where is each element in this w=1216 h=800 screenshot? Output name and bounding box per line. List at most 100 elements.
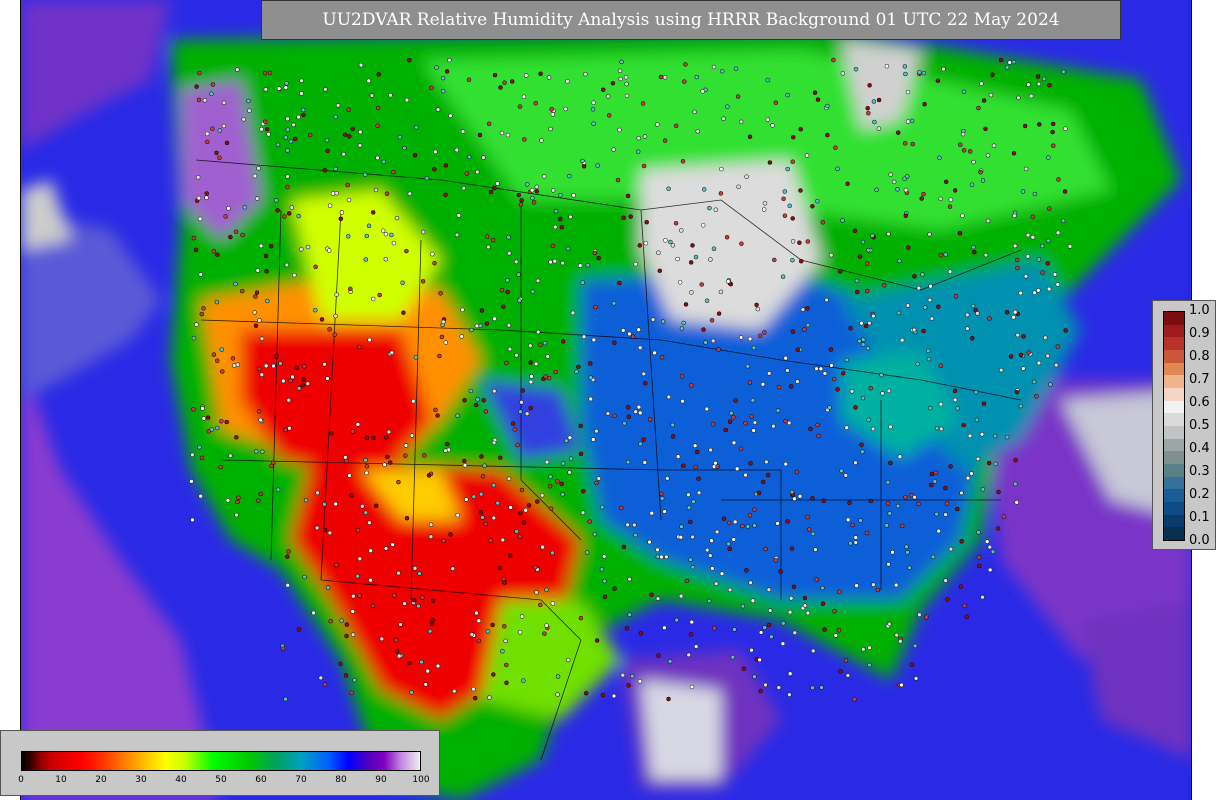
station-dot (884, 63, 890, 69)
station-dot (438, 291, 443, 296)
station-dot (752, 420, 758, 425)
station-dot (637, 243, 643, 248)
station-dot (221, 123, 227, 129)
station-dot (480, 515, 485, 520)
station-dot (355, 422, 361, 427)
station-dot (478, 510, 484, 515)
station-dot (363, 257, 369, 262)
station-dot (1052, 272, 1058, 277)
station-dot (456, 213, 462, 218)
station-dot (466, 154, 472, 160)
station-dot (853, 540, 858, 545)
station-dot (1013, 481, 1018, 487)
station-dot (903, 71, 908, 77)
station-dot (1016, 95, 1021, 101)
station-dot (364, 233, 370, 239)
station-dot (762, 201, 768, 206)
station-dot (490, 237, 496, 243)
station-dot (347, 473, 352, 478)
station-dot (990, 549, 996, 555)
station-dot (785, 92, 790, 98)
station-dot (739, 241, 744, 246)
station-dot (638, 630, 644, 636)
station-dot (265, 298, 270, 304)
station-dot (706, 598, 712, 604)
station-dot (199, 311, 205, 317)
station-dot (773, 558, 779, 563)
station-dot (291, 122, 296, 128)
rh-colorbar-swatch (1164, 324, 1184, 338)
station-dot (357, 593, 362, 598)
station-dot (464, 497, 469, 502)
station-dot (580, 158, 585, 164)
station-dot (798, 188, 803, 193)
station-dot (675, 454, 681, 459)
station-dot (397, 134, 403, 140)
station-dot (684, 578, 690, 584)
station-dot (398, 622, 403, 627)
station-dot (1062, 189, 1068, 194)
station-dot (1048, 382, 1053, 387)
station-dot (1014, 500, 1019, 505)
station-dot (1021, 366, 1026, 371)
station-dot (474, 323, 480, 329)
station-dot (716, 347, 721, 352)
station-dot (199, 455, 205, 461)
station-dot (523, 73, 529, 78)
station-dot (560, 461, 566, 466)
station-dot (726, 541, 731, 547)
station-dot (1036, 257, 1042, 262)
station-dot (1036, 81, 1042, 87)
station-dot (256, 409, 262, 414)
station-dot (979, 81, 984, 86)
station-dot (625, 522, 630, 528)
station-dot (736, 184, 741, 190)
station-dot (721, 516, 727, 521)
station-dot (565, 246, 571, 251)
station-dot (535, 278, 541, 284)
station-dot (479, 308, 485, 313)
station-dot (853, 535, 859, 540)
station-dot (692, 443, 698, 448)
station-dot (806, 527, 812, 532)
station-dot (1041, 76, 1047, 82)
station-dot (636, 404, 642, 410)
station-dot (429, 85, 434, 91)
station-dot (370, 296, 376, 302)
station-dot (933, 470, 939, 476)
station-dot (557, 216, 563, 222)
station-dot (876, 126, 882, 131)
rh-colorbar-swatch (1164, 489, 1184, 503)
station-dot (520, 388, 525, 393)
percent-tick-label: 80 (335, 775, 347, 785)
station-dot (223, 214, 228, 219)
station-dot (871, 582, 876, 587)
station-dot (792, 496, 797, 502)
station-dot (325, 148, 330, 154)
station-dot (377, 292, 382, 298)
station-dot (757, 333, 763, 339)
station-dot (504, 680, 509, 686)
station-dot (510, 421, 516, 426)
station-dot (743, 472, 748, 478)
station-dot (350, 429, 355, 434)
station-dot (1004, 65, 1010, 70)
station-dot (670, 243, 676, 248)
station-dot (686, 505, 692, 510)
station-dot (252, 310, 257, 315)
station-dot (299, 78, 304, 84)
station-dot (202, 98, 208, 103)
station-dot (934, 511, 939, 517)
station-dot (709, 318, 715, 323)
station-dot (642, 460, 648, 465)
station-dot (567, 435, 573, 440)
station-dot (224, 140, 230, 146)
rh-colorbar (1163, 311, 1185, 541)
station-dot (642, 134, 648, 139)
station-dot (491, 515, 497, 521)
station-dot (376, 72, 381, 77)
station-dot (196, 97, 202, 103)
station-dot (647, 539, 652, 545)
station-dot (741, 666, 747, 671)
station-dot (787, 692, 792, 697)
